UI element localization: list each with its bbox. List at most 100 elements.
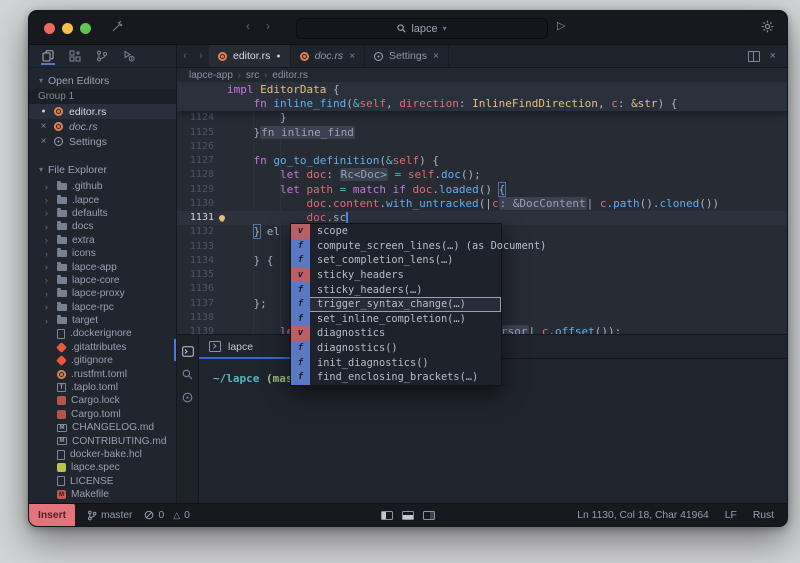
folder-extra[interactable]: ›extra: [29, 234, 176, 247]
close-editor-icon[interactable]: ×: [39, 136, 48, 147]
completion-item[interactable]: vsticky_headers: [291, 268, 501, 283]
problems-icon[interactable]: [182, 392, 193, 403]
close-window-icon[interactable]: [44, 23, 55, 34]
terminal-tab[interactable]: lapce: [199, 335, 297, 358]
run-button[interactable]: ▷: [557, 19, 565, 32]
file-docker-bake.hcl[interactable]: docker-bake.hcl: [29, 448, 176, 461]
close-editor-icon[interactable]: ×: [39, 121, 48, 132]
toggle-right-panel-icon[interactable]: [423, 511, 435, 520]
activity-bar: [29, 45, 176, 68]
breadcrumb[interactable]: lapce-app › src › editor.rs: [177, 68, 787, 82]
toggle-bottom-panel-icon[interactable]: [402, 511, 414, 520]
completion-item[interactable]: vscope: [291, 224, 501, 239]
folder-.github[interactable]: ›.github: [29, 180, 176, 193]
breadcrumb-project[interactable]: lapce-app: [189, 70, 233, 81]
files-icon[interactable]: [41, 47, 55, 65]
folder-lapce-rpc[interactable]: ›lapce-rpc: [29, 301, 176, 314]
code-line-1125[interactable]: 1125 }fn inline_find: [177, 125, 787, 139]
completion-item[interactable]: ftrigger_syntax_change(…): [291, 297, 501, 312]
folder-defaults[interactable]: ›defaults: [29, 207, 176, 220]
completion-popup: vscopefcompute_screen_lines(…) (as Docum…: [290, 223, 502, 386]
file-label: .gitattributes: [71, 342, 127, 353]
file-.rustfmt.toml[interactable]: .rustfmt.toml: [29, 367, 176, 380]
titlebar[interactable]: ‹ › lapce ▾ ▷: [29, 11, 787, 45]
open-editor-editor.rs[interactable]: ● editor.rs: [29, 104, 176, 119]
extensions-icon[interactable]: [68, 47, 82, 65]
source-control-icon[interactable]: [95, 47, 109, 65]
file-LICENSE[interactable]: LICENSE: [29, 475, 176, 488]
terminal-tab-icon: [209, 341, 221, 352]
file-explorer-header[interactable]: ▾ File Explorer: [29, 161, 176, 178]
diagnostics-indicator[interactable]: 0 △ 0: [144, 510, 189, 521]
file-Cargo.lock[interactable]: Cargo.lock: [29, 394, 176, 407]
line-ending[interactable]: LF: [725, 510, 737, 521]
tabs-back-icon[interactable]: ‹: [177, 45, 193, 67]
file-label: .rustfmt.toml: [71, 369, 127, 380]
open-editor-Settings[interactable]: ×Settings: [29, 134, 176, 149]
cursor-position[interactable]: Ln 1130, Col 18, Char 41964: [577, 510, 708, 521]
folder-icon: [57, 277, 67, 284]
minimize-window-icon[interactable]: [62, 23, 73, 34]
toggle-left-panel-icon[interactable]: [381, 511, 393, 520]
code-line-1130[interactable]: 1130 doc.content.with_untracked(|c: &Doc…: [177, 196, 787, 210]
terminal-icon[interactable]: [182, 346, 194, 357]
branch-indicator[interactable]: master: [87, 510, 132, 521]
debug-icon[interactable]: [122, 47, 136, 65]
file-.gitattributes[interactable]: .gitattributes: [29, 341, 176, 354]
completion-item[interactable]: fdiagnostics(): [291, 341, 501, 356]
code-line-1127[interactable]: 1127 fn go_to_definition(&self) {: [177, 154, 787, 168]
mode-badge[interactable]: Insert: [29, 504, 75, 526]
file-.gitignore[interactable]: .gitignore: [29, 354, 176, 367]
folder-lapce-proxy[interactable]: ›lapce-proxy: [29, 287, 176, 300]
completion-item[interactable]: vdiagnostics: [291, 326, 501, 341]
language-mode[interactable]: Rust: [753, 510, 774, 521]
folder-lapce-core[interactable]: ›lapce-core: [29, 274, 176, 287]
file-.dockerignore[interactable]: .dockerignore: [29, 327, 176, 340]
close-tab-icon[interactable]: ×: [349, 51, 355, 62]
open-editor-doc.rs[interactable]: ×doc.rs: [29, 119, 176, 134]
code-line-1128[interactable]: 1128 let doc: Rc<Doc> = self.doc();: [177, 168, 787, 182]
tab-Settings[interactable]: Settings×: [365, 45, 449, 67]
open-editors-header[interactable]: ▾ Open Editors: [29, 72, 176, 89]
file-CHANGELOG.md[interactable]: MCHANGELOG.md: [29, 421, 176, 434]
code-line-1124[interactable]: 1124 }: [177, 111, 787, 125]
search-panel-icon[interactable]: [182, 369, 193, 380]
file-.taplo.toml[interactable]: T.taplo.toml: [29, 381, 176, 394]
file-Cargo.toml[interactable]: Cargo.toml: [29, 408, 176, 421]
code-line-1126[interactable]: 1126: [177, 139, 787, 153]
chevron-down-icon: ▾: [443, 24, 447, 33]
folder-.lapce[interactable]: ›.lapce: [29, 193, 176, 206]
breadcrumb-folder[interactable]: src: [246, 70, 259, 81]
nav-back-icon[interactable]: ‹: [241, 19, 255, 33]
tab-editor.rs[interactable]: editor.rs●: [209, 45, 291, 67]
folder-target[interactable]: ›target: [29, 314, 176, 327]
open-editor-label: editor.rs: [69, 106, 106, 118]
split-editor-icon[interactable]: [748, 51, 760, 62]
completion-item[interactable]: fset_inline_completion(…): [291, 312, 501, 327]
close-editor-icon[interactable]: ×: [770, 50, 776, 62]
folder-docs[interactable]: ›docs: [29, 220, 176, 233]
tab-doc.rs[interactable]: doc.rs×: [291, 45, 365, 67]
file-lapce.spec[interactable]: lapce.spec: [29, 461, 176, 474]
file-CONTRIBUTING.md[interactable]: MCONTRIBUTING.md: [29, 434, 176, 447]
code-line-1129[interactable]: 1129 let path = match if doc.loaded() {: [177, 182, 787, 196]
modified-dot-icon: ●: [39, 108, 48, 115]
line-number: 1138: [177, 312, 217, 323]
completion-item[interactable]: ffind_enclosing_brackets(…): [291, 370, 501, 385]
completion-item[interactable]: fset_completion_lens(…): [291, 253, 501, 268]
completion-item[interactable]: fsticky_headers(…): [291, 282, 501, 297]
settings-gear-icon[interactable]: [761, 20, 774, 33]
zoom-window-icon[interactable]: [80, 23, 91, 34]
folder-lapce-app[interactable]: ›lapce-app: [29, 260, 176, 273]
completion-item[interactable]: finit_diagnostics(): [291, 355, 501, 370]
completion-item[interactable]: fcompute_screen_lines(…) (as Document): [291, 239, 501, 254]
folder-icons[interactable]: ›icons: [29, 247, 176, 260]
file-Makefile[interactable]: MMakefile: [29, 488, 176, 501]
nav-forward-icon[interactable]: ›: [261, 19, 275, 33]
tabs-forward-icon[interactable]: ›: [193, 45, 209, 67]
line-number: 1128: [177, 169, 217, 180]
command-palette[interactable]: lapce ▾: [296, 18, 548, 39]
breadcrumb-file[interactable]: editor.rs: [272, 70, 308, 81]
close-tab-icon[interactable]: ×: [433, 51, 439, 62]
sidebar-scrollbar-thumb[interactable]: [174, 339, 176, 361]
